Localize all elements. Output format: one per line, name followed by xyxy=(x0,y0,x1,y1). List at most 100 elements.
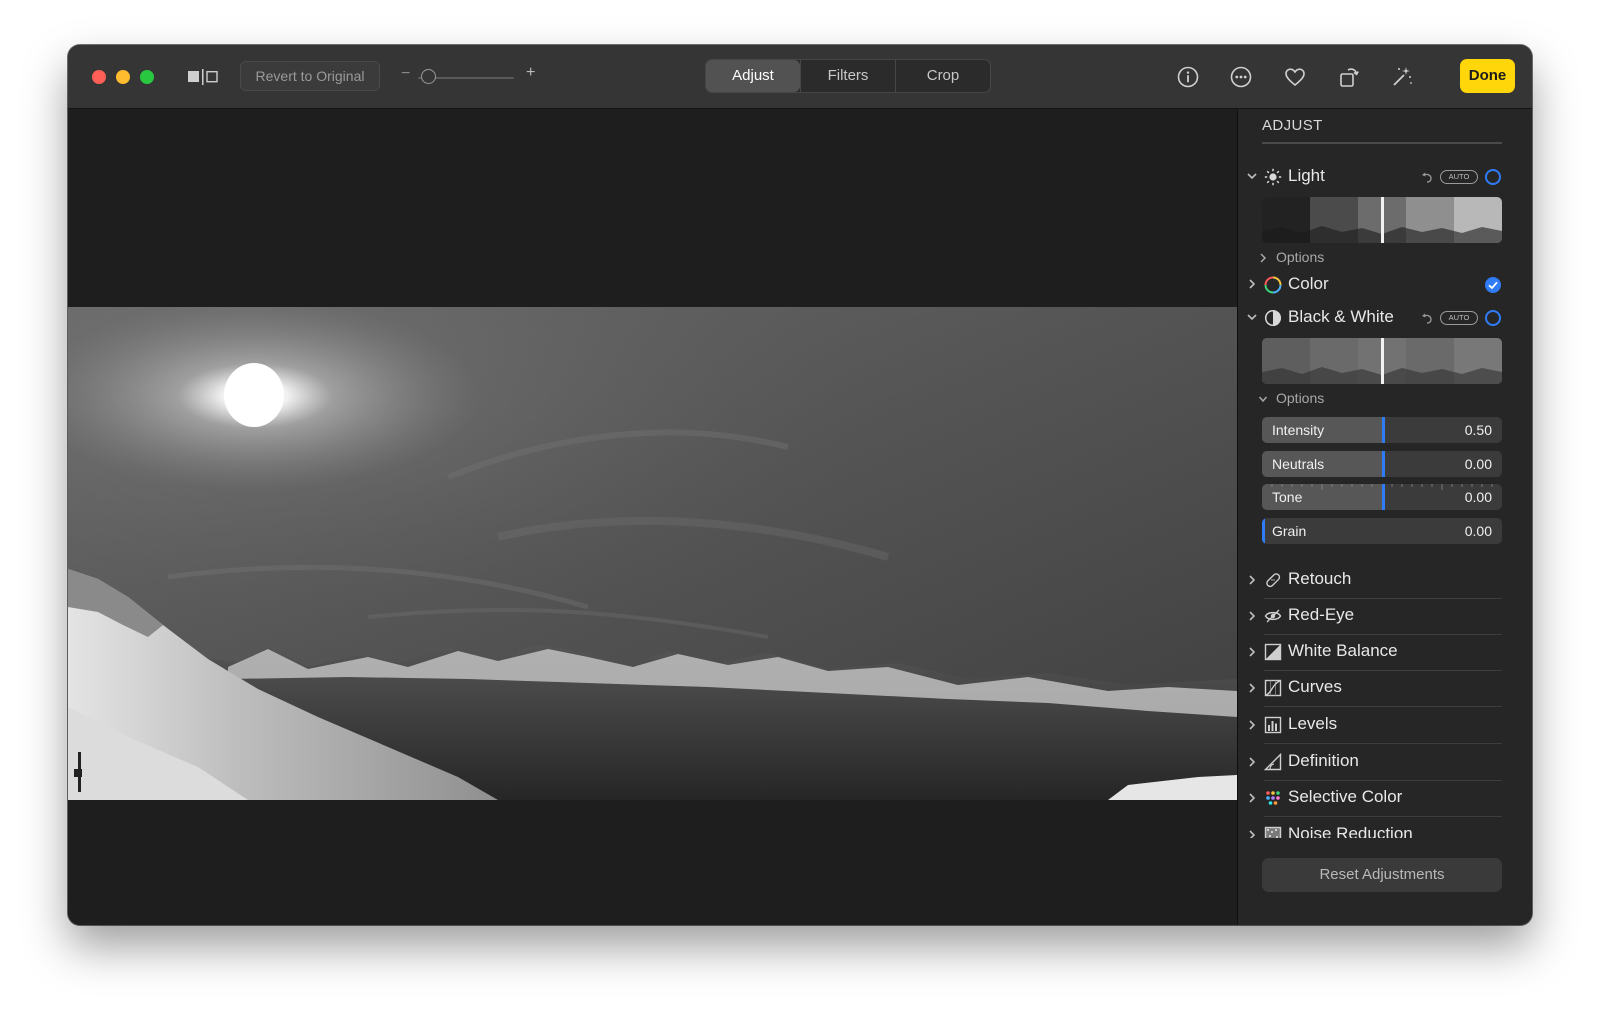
tool-label: Red-Eye xyxy=(1288,605,1355,624)
compare-icon[interactable] xyxy=(188,69,220,85)
slider-name: Neutrals xyxy=(1272,456,1325,472)
chevron-down-icon[interactable] xyxy=(1246,310,1258,324)
chevron-right-icon xyxy=(1249,683,1256,693)
undo-icon[interactable] xyxy=(1420,170,1434,184)
zoom-slider-knob[interactable] xyxy=(421,69,436,84)
curves-icon xyxy=(1264,679,1282,697)
chevron-right-icon xyxy=(1249,830,1256,838)
tool-label: White Balance xyxy=(1288,641,1398,660)
light-section-header[interactable]: Light AUTO xyxy=(1238,165,1532,189)
selective-color-icon xyxy=(1266,791,1280,805)
photos-edit-window: Revert to Original − + Adjust Filters Cr… xyxy=(68,45,1532,925)
definition-icon xyxy=(1264,753,1282,771)
minimize-window-button[interactable] xyxy=(116,70,130,84)
more-icon[interactable] xyxy=(1229,65,1253,89)
adjustment-tools-list: Retouch Red-Eye White Balance Curves Lev… xyxy=(1238,562,1532,838)
slider-name: Intensity xyxy=(1272,422,1325,438)
color-enabled-checkmark[interactable] xyxy=(1485,277,1501,293)
tab-filters[interactable]: Filters xyxy=(800,60,895,92)
magic-wand-icon[interactable] xyxy=(1390,65,1414,89)
rotate-icon[interactable] xyxy=(1337,65,1361,89)
slider-marker[interactable] xyxy=(1382,484,1385,510)
tool-label: Selective Color xyxy=(1288,787,1403,806)
tool-label: Noise Reduction xyxy=(1288,824,1413,838)
slider-value: 0.00 xyxy=(1464,523,1492,539)
sun-icon xyxy=(1264,168,1282,186)
light-thumbnail-slider[interactable] xyxy=(1262,197,1502,243)
bw-auto-button[interactable]: AUTO xyxy=(1440,311,1478,325)
tab-crop[interactable]: Crop xyxy=(895,60,990,92)
bw-label: Black & White xyxy=(1288,307,1394,326)
chevron-right-icon xyxy=(1260,253,1267,263)
tool-retouch[interactable]: Retouch xyxy=(1238,562,1532,599)
options-label: Options xyxy=(1276,249,1325,265)
options-label: Options xyxy=(1276,390,1325,406)
color-section-header[interactable]: Color xyxy=(1238,273,1532,297)
tool-label: Retouch xyxy=(1288,569,1352,588)
reset-adjustments-button[interactable]: Reset Adjustments xyxy=(1262,858,1502,892)
neutrals-slider[interactable]: Neutrals 0.00 xyxy=(1262,451,1502,477)
chevron-right-icon xyxy=(1249,575,1256,585)
light-toggle[interactable] xyxy=(1485,169,1501,185)
tone-slider[interactable]: Tone 0.00 xyxy=(1262,484,1502,510)
tool-noise-reduction[interactable]: Noise Reduction xyxy=(1238,817,1532,838)
black-white-icon xyxy=(1264,309,1282,327)
chevron-right-icon xyxy=(1249,793,1256,803)
tool-label: Levels xyxy=(1288,714,1338,733)
photo-image[interactable] xyxy=(68,307,1237,800)
info-icon[interactable] xyxy=(1176,65,1200,89)
zoom-window-button[interactable] xyxy=(140,70,154,84)
photo-canvas xyxy=(68,109,1237,925)
color-wheel-icon xyxy=(1264,276,1282,294)
chevron-right-icon xyxy=(1249,647,1256,657)
toolbar: Revert to Original − + Adjust Filters Cr… xyxy=(68,45,1532,109)
light-options-toggle[interactable]: Options xyxy=(1258,248,1378,268)
checkmark-icon xyxy=(1488,281,1498,290)
levels-icon xyxy=(1264,716,1282,734)
slider-marker[interactable] xyxy=(1382,417,1385,443)
tool-levels[interactable]: Levels xyxy=(1238,707,1532,744)
light-auto-button[interactable]: AUTO xyxy=(1440,170,1478,184)
slider-value: 0.00 xyxy=(1464,489,1492,505)
intensity-slider[interactable]: Intensity 0.50 xyxy=(1262,417,1502,443)
bw-section-header[interactable]: Black & White AUTO xyxy=(1238,306,1532,330)
tool-curves[interactable]: Curves xyxy=(1238,670,1532,707)
chevron-right-icon[interactable] xyxy=(1246,277,1258,291)
bandage-icon xyxy=(1266,573,1281,588)
eye-icon xyxy=(1264,609,1282,623)
adjust-sidebar: ADJUST Light AUTO Options Color Black & … xyxy=(1237,109,1532,925)
tool-red-eye[interactable]: Red-Eye xyxy=(1238,598,1532,635)
bw-thumbnail-slider[interactable] xyxy=(1262,338,1502,384)
white-balance-icon xyxy=(1264,643,1282,661)
slider-marker[interactable] xyxy=(1382,451,1385,477)
close-window-button[interactable] xyxy=(92,70,106,84)
tab-adjust[interactable]: Adjust xyxy=(706,60,800,92)
color-label: Color xyxy=(1288,274,1329,293)
done-button[interactable]: Done xyxy=(1460,59,1515,93)
tool-definition[interactable]: Definition xyxy=(1238,744,1532,781)
grain-slider[interactable]: Grain 0.00 xyxy=(1262,518,1502,544)
slider-value: 0.00 xyxy=(1464,456,1492,472)
bw-options-toggle[interactable]: Options xyxy=(1258,389,1378,409)
chevron-right-icon xyxy=(1249,757,1256,767)
heart-icon[interactable] xyxy=(1283,65,1307,89)
tool-white-balance[interactable]: White Balance xyxy=(1238,634,1532,671)
slider-marker[interactable] xyxy=(1262,518,1265,544)
zoom-in-label: + xyxy=(526,64,536,81)
chevron-down-icon xyxy=(1258,396,1268,403)
slider-name: Grain xyxy=(1272,523,1307,539)
tool-label: Curves xyxy=(1288,677,1342,696)
slider-name: Tone xyxy=(1272,489,1303,505)
edit-mode-tabs: Adjust Filters Crop xyxy=(705,59,991,93)
slider-value: 0.50 xyxy=(1464,422,1492,438)
chevron-right-icon xyxy=(1249,611,1256,621)
title-divider xyxy=(1262,142,1502,144)
tool-selective-color[interactable]: Selective Color xyxy=(1238,780,1532,817)
bw-toggle[interactable] xyxy=(1485,310,1501,326)
chevron-right-icon xyxy=(1249,720,1256,730)
revert-to-original-button[interactable]: Revert to Original xyxy=(240,61,380,91)
chevron-down-icon[interactable] xyxy=(1246,169,1258,183)
noise-reduction-icon xyxy=(1264,826,1282,838)
adjust-title: ADJUST xyxy=(1262,117,1323,134)
undo-icon[interactable] xyxy=(1420,311,1434,325)
